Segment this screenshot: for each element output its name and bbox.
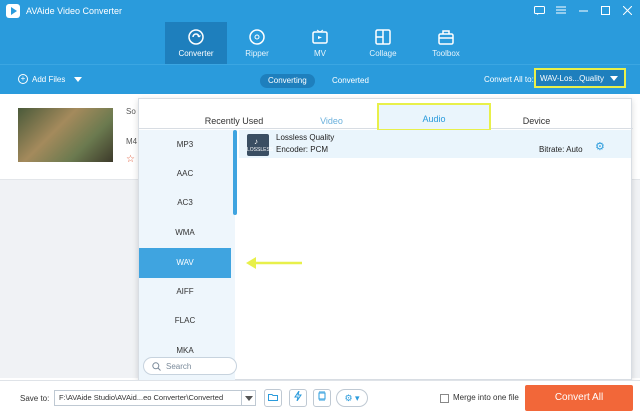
search-icon — [152, 361, 161, 371]
format-search-input[interactable]: Search — [143, 357, 237, 375]
gear-icon[interactable]: ⚙ — [595, 142, 606, 153]
app-logo-icon — [6, 4, 20, 18]
title-bar: AVAide Video Converter — [0, 0, 640, 22]
nav-converter[interactable]: Converter — [165, 22, 227, 64]
maximize-icon[interactable] — [598, 3, 612, 17]
chevron-down-icon[interactable] — [74, 76, 83, 82]
window-controls — [532, 3, 634, 17]
chevron-down-icon[interactable] — [241, 391, 255, 405]
format-tabs: Recently Used Video Audio Device — [139, 99, 633, 131]
format-list-scrollbar[interactable] — [233, 130, 237, 215]
tab-converted[interactable]: Converted — [324, 74, 377, 88]
preset-bitrate: Bitrate: Auto — [539, 145, 583, 154]
audio-format-list: MP3 AAC AC3 WMA WAV AIFF FLAC MKA Search — [139, 130, 237, 380]
save-to-label: Save to: — [20, 394, 50, 403]
tab-device[interactable]: Device — [499, 99, 574, 129]
nav-label: Ripper — [245, 49, 269, 58]
lightning-icon — [294, 390, 302, 402]
format-item-mp3[interactable]: MP3 — [139, 130, 231, 160]
nav-collage[interactable]: Collage — [352, 22, 414, 64]
chip-icon — [318, 391, 326, 401]
add-files-button[interactable]: + Add Files — [18, 74, 83, 84]
tv-icon — [312, 29, 328, 44]
hardware-accel-button[interactable] — [289, 389, 307, 407]
format-item-wav[interactable]: WAV — [139, 248, 231, 278]
format-item-aac[interactable]: AAC — [139, 159, 231, 189]
plus-icon: + — [18, 74, 28, 84]
lossless-audio-icon: ♪ LOSSLESS — [247, 134, 273, 156]
folder-icon — [268, 394, 278, 401]
menu-icon[interactable] — [554, 3, 568, 17]
merge-checkbox[interactable] — [440, 394, 449, 403]
close-icon[interactable] — [620, 3, 634, 17]
save-path-field[interactable]: F:\AVAide Studio\AVAid...eo Converter\Co… — [54, 390, 256, 406]
format-panel: Recently Used Video Audio Device MP3 AAC… — [138, 98, 633, 380]
nav-toolbox[interactable]: Toolbox — [415, 22, 477, 64]
format-item-ac3[interactable]: AC3 — [139, 188, 231, 218]
nav-label: MV — [314, 49, 326, 58]
gear-icon: ⚙ ▾ — [344, 393, 360, 403]
preset-encoder: Encoder: PCM — [276, 145, 329, 154]
preset-icon-text: LOSSLESS — [247, 147, 274, 153]
merge-label: Merge into one file — [453, 393, 519, 402]
collage-icon — [375, 29, 391, 45]
preset-name: Lossless Quality — [276, 133, 335, 142]
nav-label: Collage — [369, 49, 397, 58]
open-folder-button[interactable] — [264, 389, 282, 407]
convert-all-button[interactable]: Convert All — [525, 385, 633, 411]
preset-item-lossless[interactable]: ♪ LOSSLESS Lossless Quality Encoder: PCM… — [239, 130, 631, 158]
nav-label: Converter — [178, 49, 214, 58]
format-item-aiff[interactable]: AIFF — [139, 277, 231, 307]
tab-converting[interactable]: Converting — [260, 74, 315, 88]
minimize-icon[interactable] — [576, 3, 590, 17]
file-format: M4 — [126, 137, 138, 146]
tab-audio[interactable]: Audio — [377, 103, 491, 131]
output-format-select[interactable]: WAV-Los...Quality — [534, 68, 626, 88]
output-format-value: WAV-Los...Quality — [540, 73, 605, 83]
converter-icon — [188, 29, 204, 45]
save-path-value: F:\AVAide Studio\AVAid...eo Converter\Co… — [59, 393, 224, 402]
disc-icon — [249, 29, 265, 45]
format-item-flac[interactable]: FLAC — [139, 306, 231, 336]
annotation-arrow — [246, 257, 302, 269]
nav-mv[interactable]: MV — [289, 22, 351, 64]
settings-dropdown[interactable]: ⚙ ▾ — [336, 389, 368, 407]
format-item-wma[interactable]: WMA — [139, 218, 231, 248]
nav-label: Toolbox — [432, 49, 460, 58]
feedback-icon[interactable] — [532, 3, 546, 17]
convert-all-to-label: Convert All to: — [484, 75, 534, 84]
tab-video[interactable]: Video — [294, 99, 369, 129]
app-title: AVAide Video Converter — [26, 6, 123, 16]
gpu-accel-button[interactable] — [313, 389, 331, 407]
video-thumbnail[interactable] — [18, 108, 113, 162]
file-name: So — [126, 107, 136, 116]
toolbox-icon — [438, 30, 454, 45]
top-navigation: Converter Ripper MV Collage Toolbox — [0, 22, 640, 64]
star-icon[interactable]: ☆ — [126, 154, 135, 165]
chevron-down-icon — [610, 76, 618, 81]
nav-ripper[interactable]: Ripper — [226, 22, 288, 64]
add-files-label: Add Files — [32, 74, 66, 84]
bottom-bar: Save to: F:\AVAide Studio\AVAid...eo Con… — [0, 380, 640, 415]
tab-recently-used[interactable]: Recently Used — [179, 99, 289, 129]
search-placeholder: Search — [166, 361, 192, 371]
